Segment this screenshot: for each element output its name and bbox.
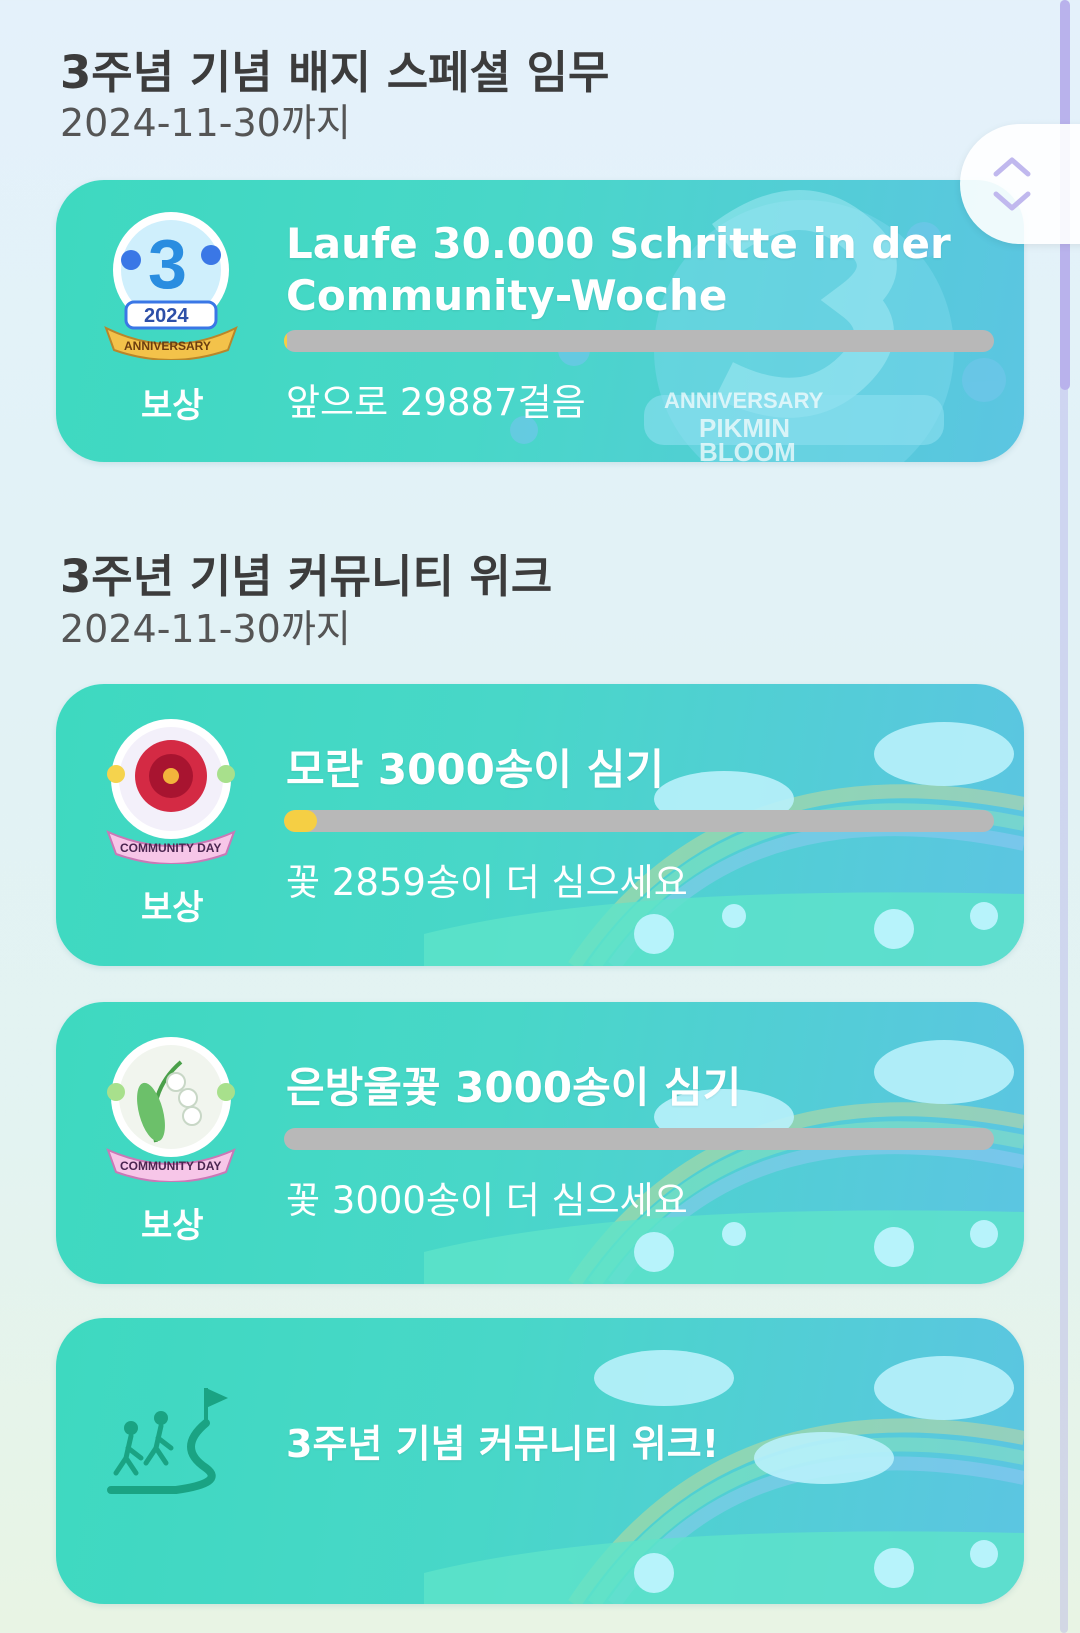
walking-people-flag-icon [107, 1388, 228, 1494]
community-week-banner[interactable]: 3주년 기념 커뮤니티 위크! [56, 1318, 1024, 1604]
svg-text:ANNIVERSARY: ANNIVERSARY [124, 339, 211, 353]
task-title: 모란 3000송이 심기 [286, 745, 664, 794]
progress-bar [284, 1128, 994, 1150]
section-date: 2024-11-30까지 [60, 607, 351, 651]
task-title: 은방울꽃 3000송이 심기 [286, 1063, 742, 1112]
svg-text:ANNIVERSARY: ANNIVERSARY [664, 388, 824, 413]
reward-label: 보상 [141, 1206, 204, 1246]
mission-card-peony[interactable]: COMMUNITY DAY 보상 모란 3000송이 심기 꽃 2859송이 더… [56, 684, 1024, 966]
mission-card-lily-of-the-valley[interactable]: COMMUNITY DAY 보상 은방울꽃 3000송이 심기 꽃 3000송이… [56, 1002, 1024, 1284]
lily-of-the-valley-community-day-badge-icon: COMMUNITY DAY [106, 1037, 236, 1182]
remaining-flowers: 꽃 3000송이 더 심으세요 [286, 1179, 688, 1222]
task-title-line-1: Laufe 30.000 Schritte in der [286, 219, 951, 268]
section-title: 3주년 기념 커뮤니티 위크 [60, 550, 553, 603]
peony-community-day-badge-icon: COMMUNITY DAY [106, 719, 236, 864]
remaining-steps: 앞으로 29887걸음 [286, 381, 586, 424]
progress-fill [284, 330, 287, 352]
svg-text:BLOOM: BLOOM [699, 437, 796, 462]
banner-title: 3주년 기념 커뮤니티 위크! [286, 1422, 720, 1466]
reward-label: 보상 [141, 386, 204, 426]
reward-label: 보상 [141, 888, 204, 928]
scroll-up-down-button[interactable] [960, 124, 1080, 244]
task-title: Laufe 30.000 Schritte in der Community-W… [286, 218, 951, 322]
section-date: 2024-11-30까지 [60, 101, 351, 145]
svg-text:3: 3 [148, 225, 187, 303]
svg-text:2024: 2024 [144, 305, 189, 327]
mission-card-steps[interactable]: ANNIVERSARY PIKMIN BLOOM 3 2024 ANNIVERS… [56, 180, 1024, 462]
task-title-line-2: Community-Woche [286, 271, 728, 320]
svg-text:COMMUNITY DAY: COMMUNITY DAY [120, 841, 221, 855]
chevron-up-down-icon [993, 157, 1031, 211]
svg-text:COMMUNITY DAY: COMMUNITY DAY [120, 1159, 221, 1173]
progress-bar [284, 330, 994, 352]
progress-fill [284, 810, 318, 832]
anniversary-2024-badge-icon: 3 2024 ANNIVERSARY [104, 212, 238, 360]
remaining-flowers: 꽃 2859송이 더 심으세요 [286, 861, 688, 904]
progress-bar [284, 810, 994, 832]
